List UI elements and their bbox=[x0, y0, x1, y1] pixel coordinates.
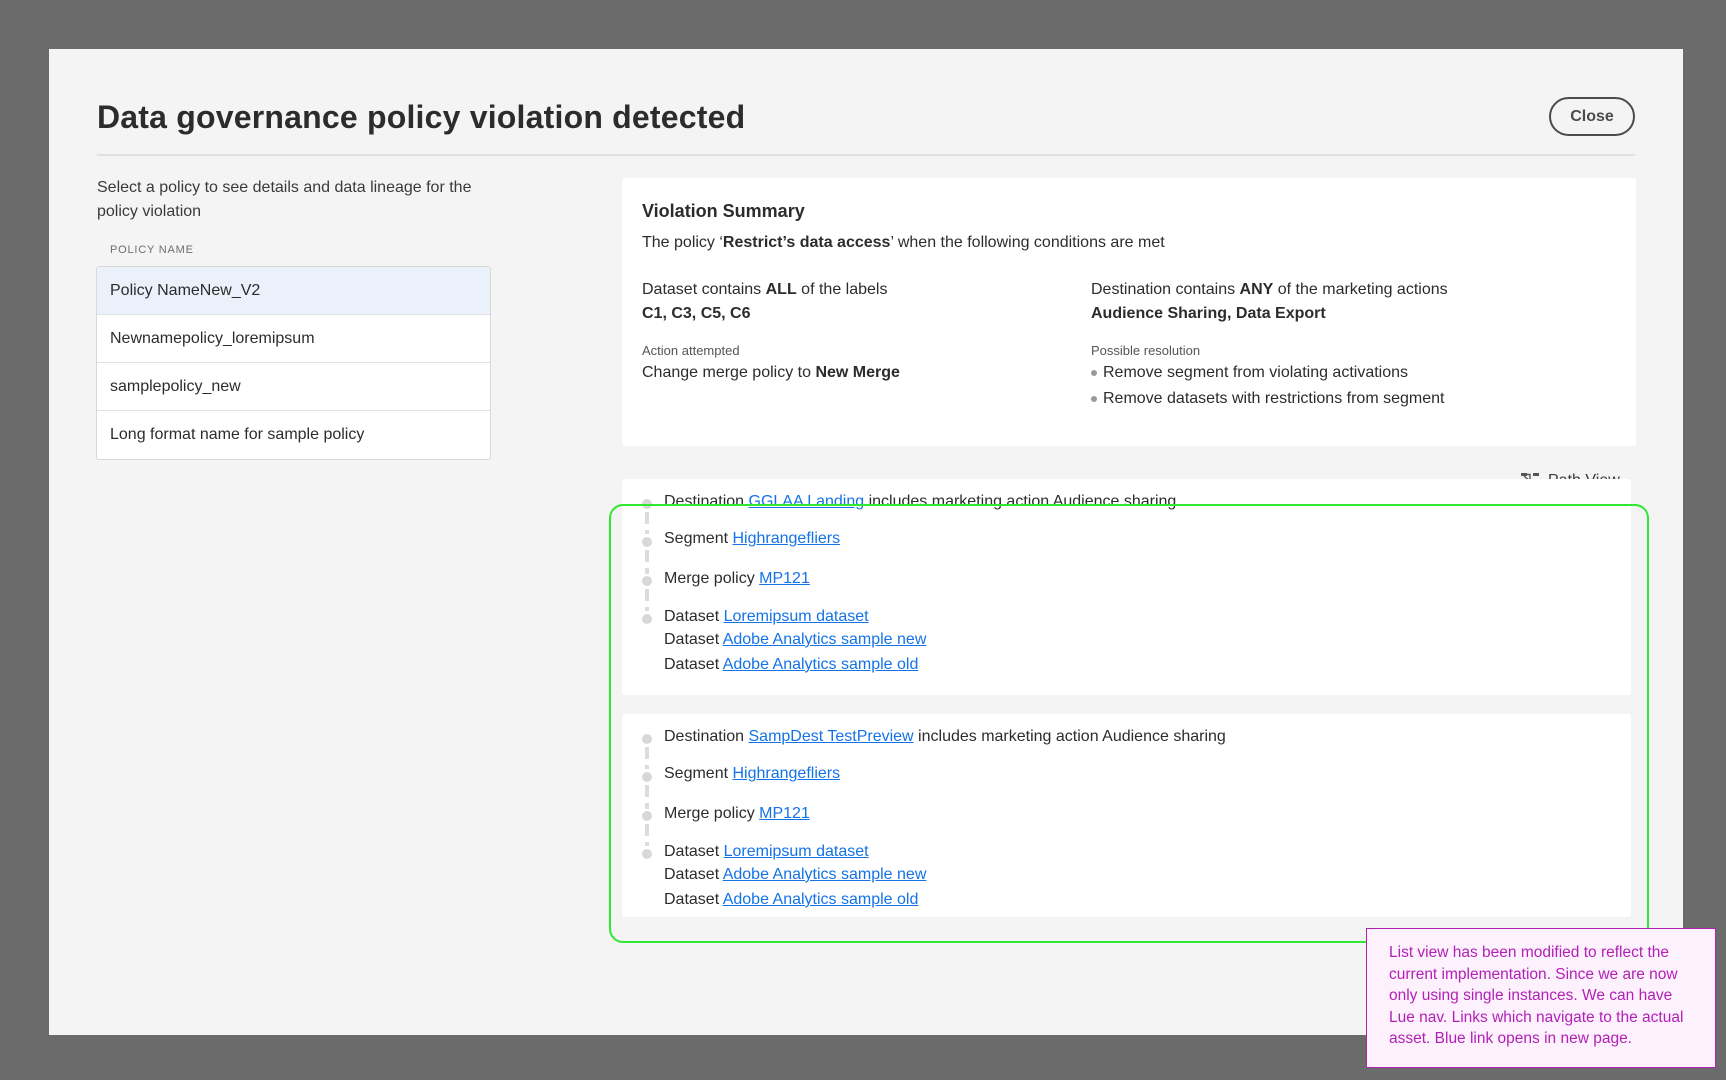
possible-resolution: Possible resolution Remove segment from … bbox=[1091, 343, 1445, 408]
dataset-labels: C1, C3, C5, C6 bbox=[642, 305, 751, 322]
resolution-item: Remove datasets with restrictions from s… bbox=[1091, 390, 1444, 408]
instruction-text: Select a policy to see details and data … bbox=[97, 179, 472, 220]
header-divider bbox=[97, 154, 1635, 156]
dataset-condition: Dataset contains ALL of the labels C1, C… bbox=[642, 281, 888, 322]
destination-condition: Destination contains ANY of the marketin… bbox=[1091, 281, 1448, 322]
policy-item[interactable]: Long format name for sample policy bbox=[97, 411, 490, 459]
policy-item[interactable]: Newnamepolicy_loremipsum bbox=[97, 315, 490, 363]
policy-list: Policy NameNew_V2 Newnamepolicy_loremips… bbox=[96, 266, 491, 460]
designer-annotation-note: List view has been modified to reflect t… bbox=[1366, 928, 1716, 1068]
highlight-frame bbox=[609, 504, 1649, 943]
policy-name-column-header: POLICY NAME bbox=[110, 244, 194, 256]
policy-violation-dialog: Data governance policy violation detecte… bbox=[49, 49, 1683, 1035]
dialog-title: Data governance policy violation detecte… bbox=[97, 99, 746, 135]
policy-item[interactable]: Policy NameNew_V2 bbox=[97, 267, 490, 315]
action-attempted: Action attempted Change merge policy to … bbox=[642, 343, 900, 381]
policy-item[interactable]: samplepolicy_new bbox=[97, 363, 490, 411]
policy-name: Restrict’s data access bbox=[722, 234, 891, 251]
marketing-actions: Audience Sharing, Data Export bbox=[1091, 305, 1326, 322]
violation-summary-card: Violation Summary The policy ‘Restrict’s… bbox=[622, 178, 1636, 446]
summary-title: Violation Summary bbox=[642, 201, 805, 221]
resolution-item: Remove segment from violating activation… bbox=[1091, 364, 1444, 382]
close-button[interactable]: Close bbox=[1549, 97, 1635, 136]
policy-statement: The policy ‘Restrict’s data access’ when… bbox=[642, 234, 1165, 251]
